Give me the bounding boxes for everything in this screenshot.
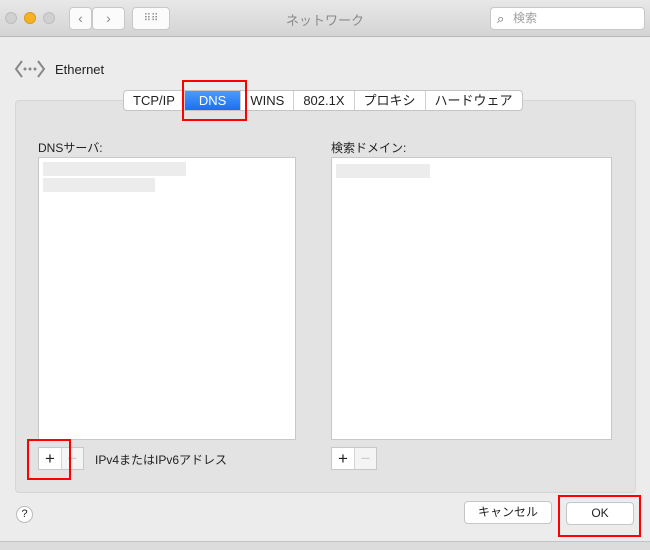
search-input[interactable]: ⌕ 検索 [490,7,645,30]
domain-add-remove: + − [331,447,377,470]
dns-hint: IPv4またはIPv6アドレス [95,453,228,467]
annotation-highlight-add [27,439,71,480]
annotation-highlight-ok [558,495,641,537]
search-domains-label: 検索ドメイン: [331,141,407,155]
list-item[interactable] [43,178,155,192]
tab-hardware[interactable]: ハードウェア [426,91,522,110]
list-item[interactable] [336,164,430,178]
tab-tcpip[interactable]: TCP/IP [124,91,185,110]
help-button[interactable]: ? [16,506,33,523]
annotation-highlight-dns [182,80,247,121]
search-domains-list[interactable] [331,157,612,440]
list-item[interactable] [43,162,186,176]
add-domain-button[interactable]: + [332,448,354,469]
tab-proxy[interactable]: プロキシ [355,91,426,110]
tab-8021x[interactable]: 802.1X [294,91,355,110]
interface-name: Ethernet [55,62,105,77]
tab-wins[interactable]: WINS [241,91,295,110]
ethernet-icon [14,60,46,78]
cancel-button[interactable]: キャンセル [464,501,552,524]
window-bottom-edge [0,541,650,550]
search-placeholder: 検索 [513,11,538,25]
dns-servers-label: DNSサーバ: [38,141,103,155]
remove-domain-button[interactable]: − [354,448,376,469]
search-icon: ⌕ [497,11,505,26]
dns-servers-list[interactable] [38,157,296,440]
